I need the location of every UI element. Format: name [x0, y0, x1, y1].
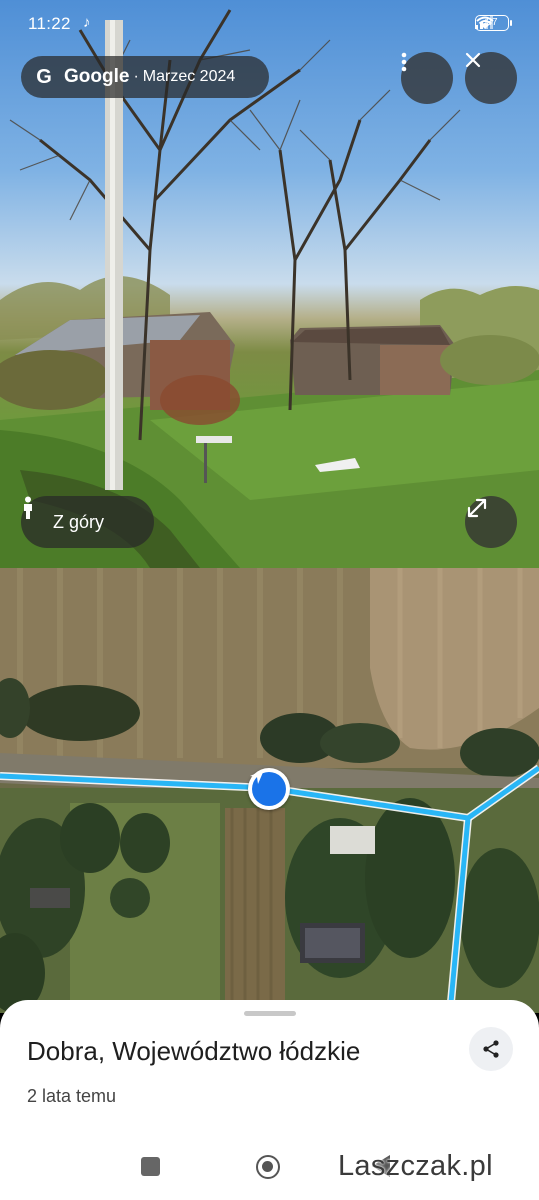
imagery-source-chip[interactable]: G Google · Marzec 2024	[21, 56, 269, 98]
capture-date: Marzec 2024	[142, 68, 236, 85]
satellite-map[interactable]	[0, 568, 539, 1013]
source-separator: ·	[133, 68, 139, 85]
expand-button[interactable]	[465, 496, 517, 548]
place-title: Dobra, Województwo łódzkie	[27, 1036, 361, 1066]
recent-apps-icon[interactable]	[141, 1157, 160, 1176]
close-button[interactable]	[465, 52, 517, 104]
home-icon[interactable]	[256, 1155, 280, 1179]
capture-age: 2 lata temu	[27, 1086, 117, 1106]
expand-icon	[467, 498, 487, 518]
navigation-arrow-icon	[250, 770, 264, 784]
system-navigation-bar: Laszczak.pl	[0, 1145, 539, 1190]
status-time: 11:22	[28, 14, 71, 33]
view-mode-label: Z góry	[53, 511, 105, 532]
google-logo-icon: G	[36, 65, 52, 88]
source-name: Google	[64, 66, 130, 87]
street-view-panorama[interactable]: 11:22 ♪ 37 G Google · Marzec 2024 Z góry	[0, 0, 539, 568]
person-icon	[24, 496, 32, 519]
tiktok-icon: ♪	[83, 14, 91, 31]
share-icon	[483, 1040, 499, 1058]
current-position-marker	[248, 768, 290, 810]
view-from-above-button[interactable]: Z góry	[21, 496, 154, 548]
sheet-drag-handle[interactable]	[244, 1011, 296, 1016]
watermark: Laszczak.pl	[338, 1150, 493, 1182]
close-icon	[465, 52, 481, 68]
battery-icon: 37	[475, 15, 512, 31]
more-vert-icon	[401, 52, 407, 72]
share-button[interactable]	[469, 1027, 513, 1071]
status-icons: 37	[475, 15, 512, 31]
more-options-button[interactable]	[401, 52, 453, 104]
status-bar: 11:22 ♪ 37	[0, 0, 539, 50]
place-bottom-sheet[interactable]: Dobra, Województwo łódzkie 2 lata temu L…	[0, 1000, 539, 1200]
